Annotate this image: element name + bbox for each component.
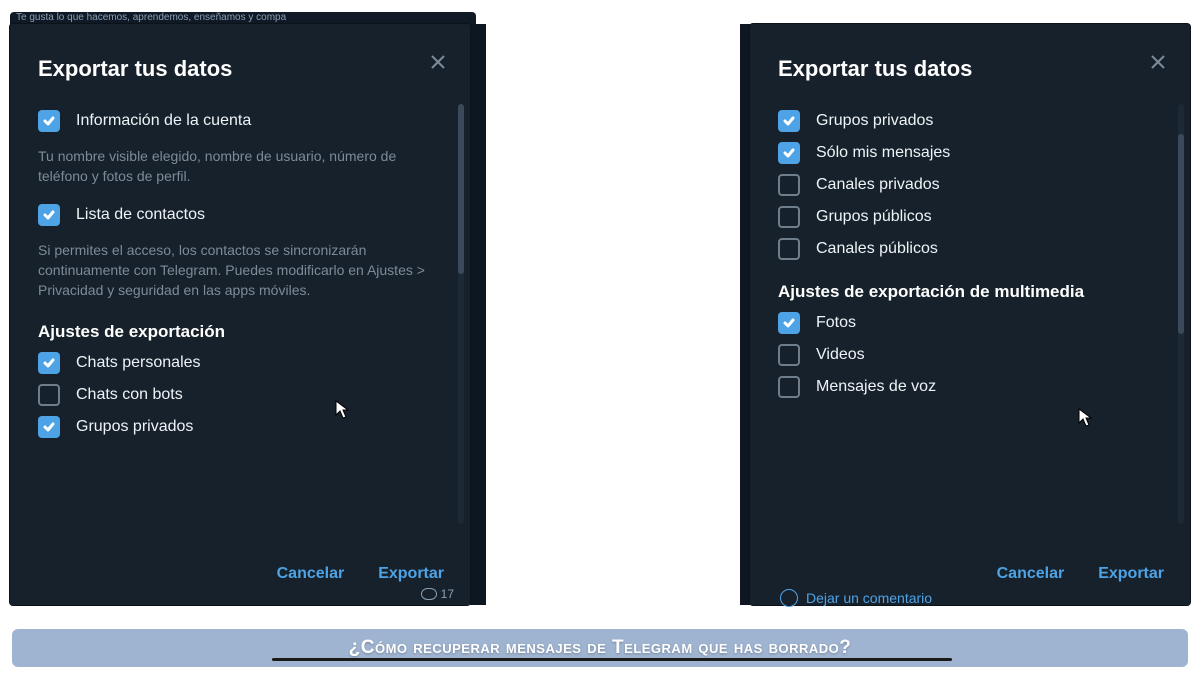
label-videos: Videos [816, 344, 865, 366]
checkbox-personal-chats[interactable] [38, 352, 60, 374]
dialog-footer: Cancelar Exportar [10, 543, 470, 605]
checkbox-bot-chats[interactable] [38, 384, 60, 406]
close-icon[interactable] [1150, 54, 1166, 75]
cancel-button[interactable]: Cancelar [997, 565, 1065, 583]
checkbox-photos[interactable] [778, 312, 800, 334]
option-public-channels[interactable]: Canales públicos [778, 238, 1162, 260]
dialog-title: Exportar tus datos [778, 56, 1162, 82]
export-button[interactable]: Exportar [378, 565, 444, 583]
label-public-channels: Canales públicos [816, 238, 938, 260]
side-fragment-left [470, 24, 486, 605]
background-text-strip: Te gusta lo que hacemos, aprendemos, ens… [10, 12, 476, 24]
label-contacts-list: Lista de contactos [76, 204, 205, 226]
option-public-groups[interactable]: Grupos públicos [778, 206, 1162, 228]
views-count: 17 [441, 587, 454, 601]
section-media-export-settings: Ajustes de exportación de multimedia [778, 282, 1162, 302]
checkbox-private-channels[interactable] [778, 174, 800, 196]
desc-account-info: Tu nombre visible elegido, nombre de usu… [38, 146, 442, 186]
leave-comment-label: Dejar un comentario [806, 590, 932, 606]
checkbox-voice-messages[interactable] [778, 376, 800, 398]
option-voice-messages[interactable]: Mensajes de voz [778, 376, 1162, 398]
option-private-groups[interactable]: Grupos privados [38, 416, 442, 438]
desc-contacts-list: Si permites el acceso, los contactos se … [38, 240, 442, 300]
caption-underline [272, 658, 952, 661]
checkbox-public-groups[interactable] [778, 206, 800, 228]
scrollbar-thumb[interactable] [1178, 134, 1184, 334]
option-photos[interactable]: Fotos [778, 312, 1162, 334]
label-public-groups: Grupos públicos [816, 206, 932, 228]
export-dialog-left: Exportar tus datos Información de la cue… [10, 24, 470, 605]
caption-text: ¿Cómo recuperar mensajes de Telegram que… [349, 637, 852, 659]
cancel-button[interactable]: Cancelar [277, 565, 345, 583]
eye-icon [421, 588, 437, 600]
close-icon[interactable] [430, 54, 446, 75]
checkbox-only-my-messages[interactable] [778, 142, 800, 164]
checkbox-private-groups[interactable] [778, 110, 800, 132]
label-voice-messages: Mensajes de voz [816, 376, 936, 398]
option-private-groups[interactable]: Grupos privados [778, 110, 1162, 132]
label-only-my-messages: Sólo mis mensajes [816, 142, 950, 164]
option-only-my-messages[interactable]: Sólo mis mensajes [778, 142, 1162, 164]
option-contacts-list[interactable]: Lista de contactos [38, 204, 442, 226]
leave-comment-link[interactable]: Dejar un comentario [780, 589, 932, 607]
checkbox-account-info[interactable] [38, 110, 60, 132]
option-private-channels[interactable]: Canales privados [778, 174, 1162, 196]
option-personal-chats[interactable]: Chats personales [38, 352, 442, 374]
scrollbar-thumb[interactable] [458, 104, 464, 274]
label-photos: Fotos [816, 312, 856, 334]
views-indicator: 17 [421, 587, 454, 601]
export-button[interactable]: Exportar [1098, 565, 1164, 583]
dialog-title: Exportar tus datos [38, 56, 442, 82]
checkbox-public-channels[interactable] [778, 238, 800, 260]
label-private-channels: Canales privados [816, 174, 940, 196]
section-export-settings: Ajustes de exportación [38, 322, 442, 342]
label-private-groups: Grupos privados [76, 416, 193, 438]
caption-bar: ¿Cómo recuperar mensajes de Telegram que… [12, 629, 1188, 667]
checkbox-private-groups[interactable] [38, 416, 60, 438]
label-personal-chats: Chats personales [76, 352, 201, 374]
option-videos[interactable]: Videos [778, 344, 1162, 366]
checkbox-contacts-list[interactable] [38, 204, 60, 226]
export-dialog-right: Exportar tus datos Grupos privados Sólo … [750, 24, 1190, 605]
side-fragment-right [740, 24, 750, 605]
checkbox-videos[interactable] [778, 344, 800, 366]
label-account-info: Información de la cuenta [76, 110, 251, 132]
option-bot-chats[interactable]: Chats con bots [38, 384, 442, 406]
label-private-groups: Grupos privados [816, 110, 933, 132]
label-bot-chats: Chats con bots [76, 384, 183, 406]
comment-bubble-icon [780, 589, 798, 607]
option-account-info[interactable]: Información de la cuenta [38, 110, 442, 132]
